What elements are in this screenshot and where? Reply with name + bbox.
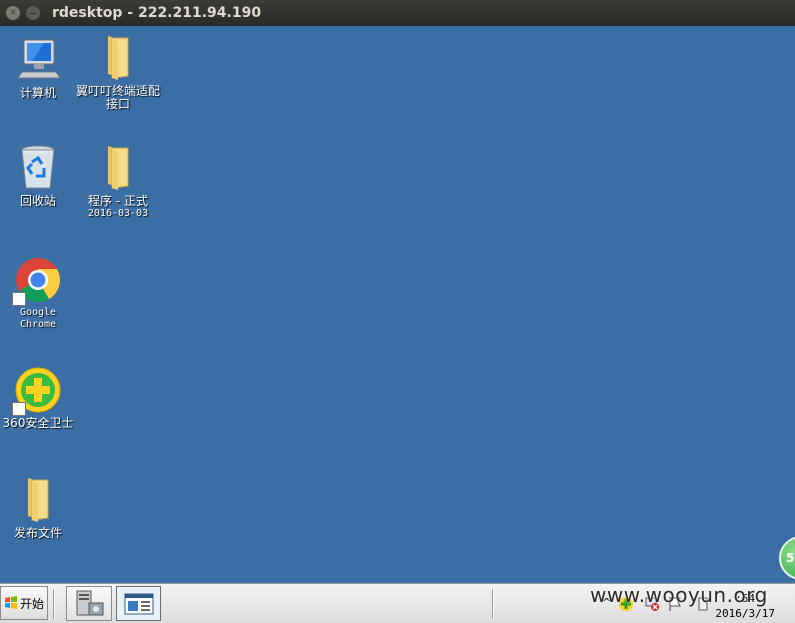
float-badge-value: 53 <box>786 551 795 565</box>
clock-date: 2016/3/17 <box>715 607 775 620</box>
desktop-icon-label: 程序 - 正式 <box>88 194 148 208</box>
recycle-bin-icon <box>14 144 62 192</box>
chrome-icon <box>12 256 62 306</box>
start-label: 开始 <box>20 596 45 611</box>
desktop-icon-adapter-folder[interactable]: 翼叮叮终端适配接口 <box>76 34 160 111</box>
desktop-icon-label: 回收站 <box>19 194 56 208</box>
task-button-explorer[interactable] <box>116 586 161 621</box>
desktop-icon-computer[interactable]: 计算机 <box>0 36 76 100</box>
desktop-icon-label: 计算机 <box>19 86 56 100</box>
taskbar-divider <box>492 589 494 619</box>
folder-icon <box>14 476 62 524</box>
360-safe-icon <box>12 366 62 416</box>
desktop-icon-label: 发布文件 <box>13 526 62 540</box>
desktop-icon-label: 翼叮叮终端适配接口 <box>76 84 161 111</box>
desktop-icon-label: 360安全卫士 <box>2 416 74 430</box>
desktop-icon-release-folder[interactable]: 发布文件 <box>0 476 76 540</box>
desktop-icon-360-safe[interactable]: 360安全卫士 <box>0 366 76 430</box>
watermark-text: www.wooyun.org <box>590 583 768 607</box>
desktop-icon-google-chrome[interactable]: Google Chrome <box>0 256 76 331</box>
desktop-icon-sublabel: 2016-03-03 <box>87 208 149 219</box>
shortcut-arrow-icon <box>12 402 26 416</box>
explorer-window-icon <box>124 593 153 614</box>
server-manager-icon <box>76 590 104 615</box>
folder-icon <box>94 144 142 192</box>
window-title: rdesktop - 222.211.94.190 <box>52 5 262 21</box>
desktop-icon-label: Google Chrome <box>19 307 57 330</box>
windows-logo-icon <box>5 596 17 609</box>
desktop-icon-program-folder[interactable]: 程序 - 正式 2016-03-03 <box>80 144 156 220</box>
task-button-server-manager[interactable] <box>66 586 112 621</box>
minimize-icon[interactable]: − <box>26 6 40 20</box>
folder-icon <box>94 34 142 82</box>
taskbar-divider <box>53 589 55 619</box>
desktop: 计算机 翼叮叮终端适配接口 回收站 程序 - 正式 2016-03-03 Goo… <box>0 26 795 583</box>
close-icon[interactable]: × <box>6 6 20 20</box>
shortcut-arrow-icon <box>12 292 26 306</box>
computer-icon <box>14 36 62 84</box>
window-titlebar: × − rdesktop - 222.211.94.190 <box>0 0 795 26</box>
start-button[interactable]: 开始 <box>0 586 48 620</box>
desktop-icon-recycle-bin[interactable]: 回收站 <box>0 144 76 208</box>
